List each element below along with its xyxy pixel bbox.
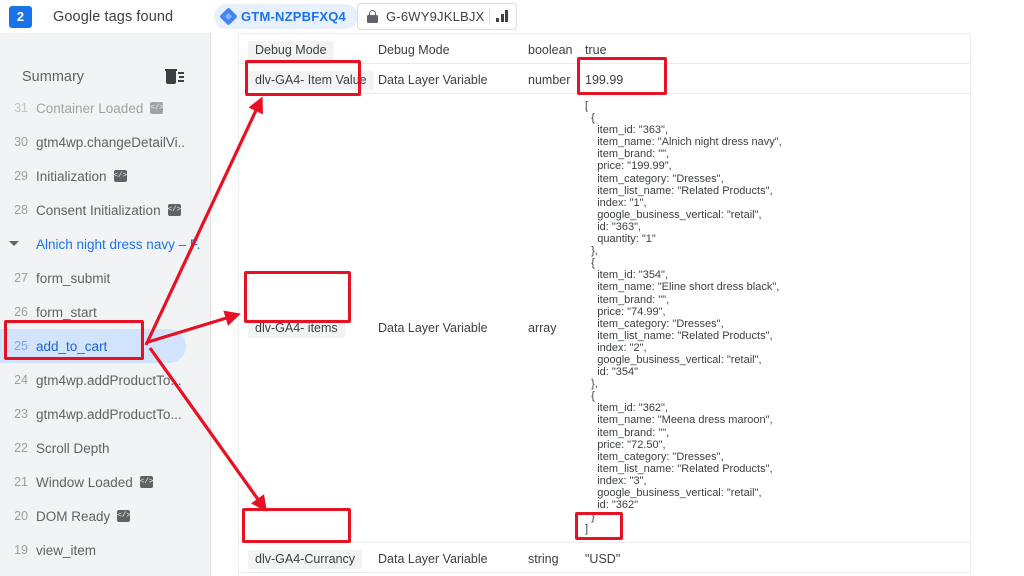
variable-value: "USD" [585,552,621,566]
variable-name: dlv-GA4- Item Value [248,71,374,90]
event-label: Container Loaded [36,100,144,116]
sidebar-event-23[interactable]: 23 gtm4wp.addProductTo... [0,397,186,431]
variable-name: Debug Mode [248,41,334,60]
ga-measurement-id: G-6WY9JKLBJX [386,9,485,24]
code-badge-icon: </> [167,204,182,216]
chip-divider [489,8,490,25]
event-label: Window Loaded [36,474,133,490]
event-number: 20 [14,509,28,523]
code-badge-icon: </> [113,170,128,182]
variable-value: 199.99 [585,73,624,87]
variable-type: Data Layer Variable [378,73,488,87]
event-number: 26 [14,305,28,319]
event-number: 31 [14,101,28,115]
sidebar-event-21[interactable]: 21 Window Loaded </> [0,465,186,499]
event-label: Consent Initialization [36,202,161,218]
sidebar-event-26[interactable]: 26 form_start [0,295,186,329]
event-label: Scroll Depth [36,440,110,456]
chevron-down-icon[interactable] [9,241,19,246]
sidebar-event-20[interactable]: 20 DOM Ready </> [0,499,186,533]
ga-measurement-chip[interactable]: G-6WY9JKLBJX [357,3,517,30]
gtm-container-id: GTM-NZPBFXQ4 [241,9,346,24]
sidebar-event-22[interactable]: 22 Scroll Depth [0,431,186,465]
variable-datatype: string [528,552,559,566]
variable-value: true [585,43,607,57]
event-number: 21 [14,475,28,489]
event-label: form_start [36,304,97,320]
summary-label: Summary [22,69,85,85]
event-number: 27 [14,271,28,285]
event-label: Alnich night dress navy – F... [36,236,200,252]
event-number: 19 [14,543,28,557]
table-row[interactable]: dlv-GA4-Currancy Data Layer Variable strin… [239,542,970,572]
sidebar-event-29[interactable]: 29 Initialization </> [0,159,186,193]
variable-datatype: number [528,73,571,87]
tag-count-badge: 2 [9,5,32,28]
code-badge-icon: </> [117,510,131,522]
bar-chart-icon[interactable] [496,10,510,22]
sidebar-event-19[interactable]: 19 view_item [0,533,186,567]
variable-type: Debug Mode [378,43,450,57]
summary-row[interactable]: Summary [0,62,211,92]
event-sidebar: Summary 31 Container Loaded </> 30 gtm4wp.ch… [0,33,211,576]
lock-icon [367,10,378,23]
variables-table: Debug Mode Debug Mode boolean true dlv-GA4- … [212,33,1024,576]
event-label: gtm4wp.addProductTo... [36,372,182,388]
event-number: 29 [14,169,28,183]
event-label: gtm4wp.changeDetailVi... [36,134,186,150]
table-row[interactable]: Error LineData Layer Variableundefinedun… [239,572,970,576]
event-label: Initialization [36,168,107,184]
code-badge-icon: </> [150,102,164,114]
variable-value: [ { item_id: "363", item_name: "Alnich n… [585,100,782,536]
sidebar-event-31[interactable]: 31 Container Loaded </> [0,91,186,125]
event-number: 30 [14,135,28,149]
event-label: form_submit [36,270,111,286]
event-number: 24 [14,373,28,387]
event-number: 28 [14,203,28,217]
gtm-preview-screen: 2 Google tags found GTM-NZPBFXQ4 G-6WY9J… [0,0,1024,576]
variable-datatype: array [528,321,557,335]
event-label: DOM Ready [36,508,111,524]
sidebar-event-25[interactable]: 25 add_to_cart [0,329,186,363]
table-row[interactable]: dlv-GA4- Item Value Data Layer Variable nu… [239,63,970,93]
variable-datatype: boolean [528,43,573,57]
table-row[interactable]: Debug Mode Debug Mode boolean true [239,33,970,63]
sidebar-event-30[interactable]: 30 gtm4wp.changeDetailVi... [0,125,186,159]
variable-type: Data Layer Variable [378,552,488,566]
sidebar-event-24[interactable]: 24 gtm4wp.addProductTo... [0,363,186,397]
tags-found-label: Google tags found [53,8,174,25]
event-label: view_item [36,542,97,558]
sidebar-event-28[interactable]: 28 Consent Initialization </> [0,193,186,227]
variable-name: dlv-GA4- items [248,319,345,338]
event-label: add_to_cart [36,338,108,354]
event-number: 22 [14,441,28,455]
variable-name: dlv-GA4-Currancy [248,550,363,569]
trash-sort-icon[interactable] [165,68,184,86]
sidebar-page-group[interactable]: Alnich night dress navy – F... [0,227,200,261]
variable-type: Data Layer Variable [378,321,488,335]
code-badge-icon: </> [139,476,154,488]
sidebar-event-27[interactable]: 27 form_submit [0,261,186,295]
event-number: 23 [14,407,28,421]
event-label: gtm4wp.addProductTo... [36,406,182,422]
gtm-container-chip[interactable]: GTM-NZPBFXQ4 [214,4,358,29]
top-bar: 2 Google tags found GTM-NZPBFXQ4 G-6WY9J… [0,0,1024,33]
gtm-diamond-icon [222,10,235,23]
table-row[interactable]: dlv-GA4- items Data Layer Variable array [ … [239,93,970,542]
event-number: 25 [14,339,28,353]
table-right-divider [970,33,971,576]
